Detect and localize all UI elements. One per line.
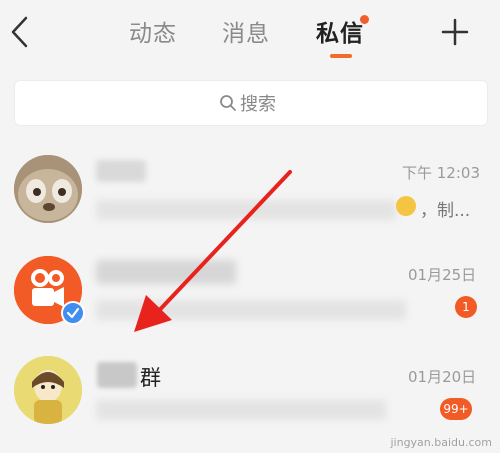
conversation-name: 群 (140, 366, 161, 390)
blurred-name-prefix (97, 362, 137, 388)
verified-badge-icon (61, 301, 85, 325)
timestamp: 01月20日 (408, 368, 477, 386)
back-arrow-icon[interactable] (8, 14, 32, 50)
unread-dot (360, 15, 369, 24)
plus-icon[interactable] (441, 18, 469, 46)
emoji-icon (396, 196, 416, 216)
search-icon (220, 95, 236, 111)
tab-private-messages[interactable]: 私信 (316, 14, 364, 48)
blurred-name (96, 260, 236, 284)
search-bar[interactable]: 搜索 (14, 80, 488, 126)
top-header: 动态 消息 私信 (0, 0, 500, 64)
conversation-row[interactable]: 01月25日 1 (0, 244, 500, 348)
blurred-message-preview (96, 400, 386, 420)
timestamp: 下午 12:03 (402, 164, 480, 182)
avatar (14, 155, 82, 223)
tab-messages[interactable]: 消息 (222, 14, 270, 48)
unread-count-badge: 1 (455, 296, 477, 318)
timestamp: 01月25日 (408, 266, 477, 284)
tab-dynamics[interactable]: 动态 (129, 14, 177, 48)
watermark: jingyan.baidu.com (390, 436, 492, 449)
message-preview-tail: ，制... (420, 201, 471, 221)
unread-count-badge: 99+ (440, 398, 472, 420)
conversation-row[interactable]: 下午 12:03 ，制... (0, 140, 500, 244)
active-tab-indicator (330, 54, 352, 58)
blurred-name (96, 160, 146, 182)
blurred-message-preview (96, 300, 406, 320)
avatar (14, 356, 82, 424)
search-placeholder: 搜索 (240, 94, 276, 115)
blurred-message-preview (96, 200, 396, 220)
